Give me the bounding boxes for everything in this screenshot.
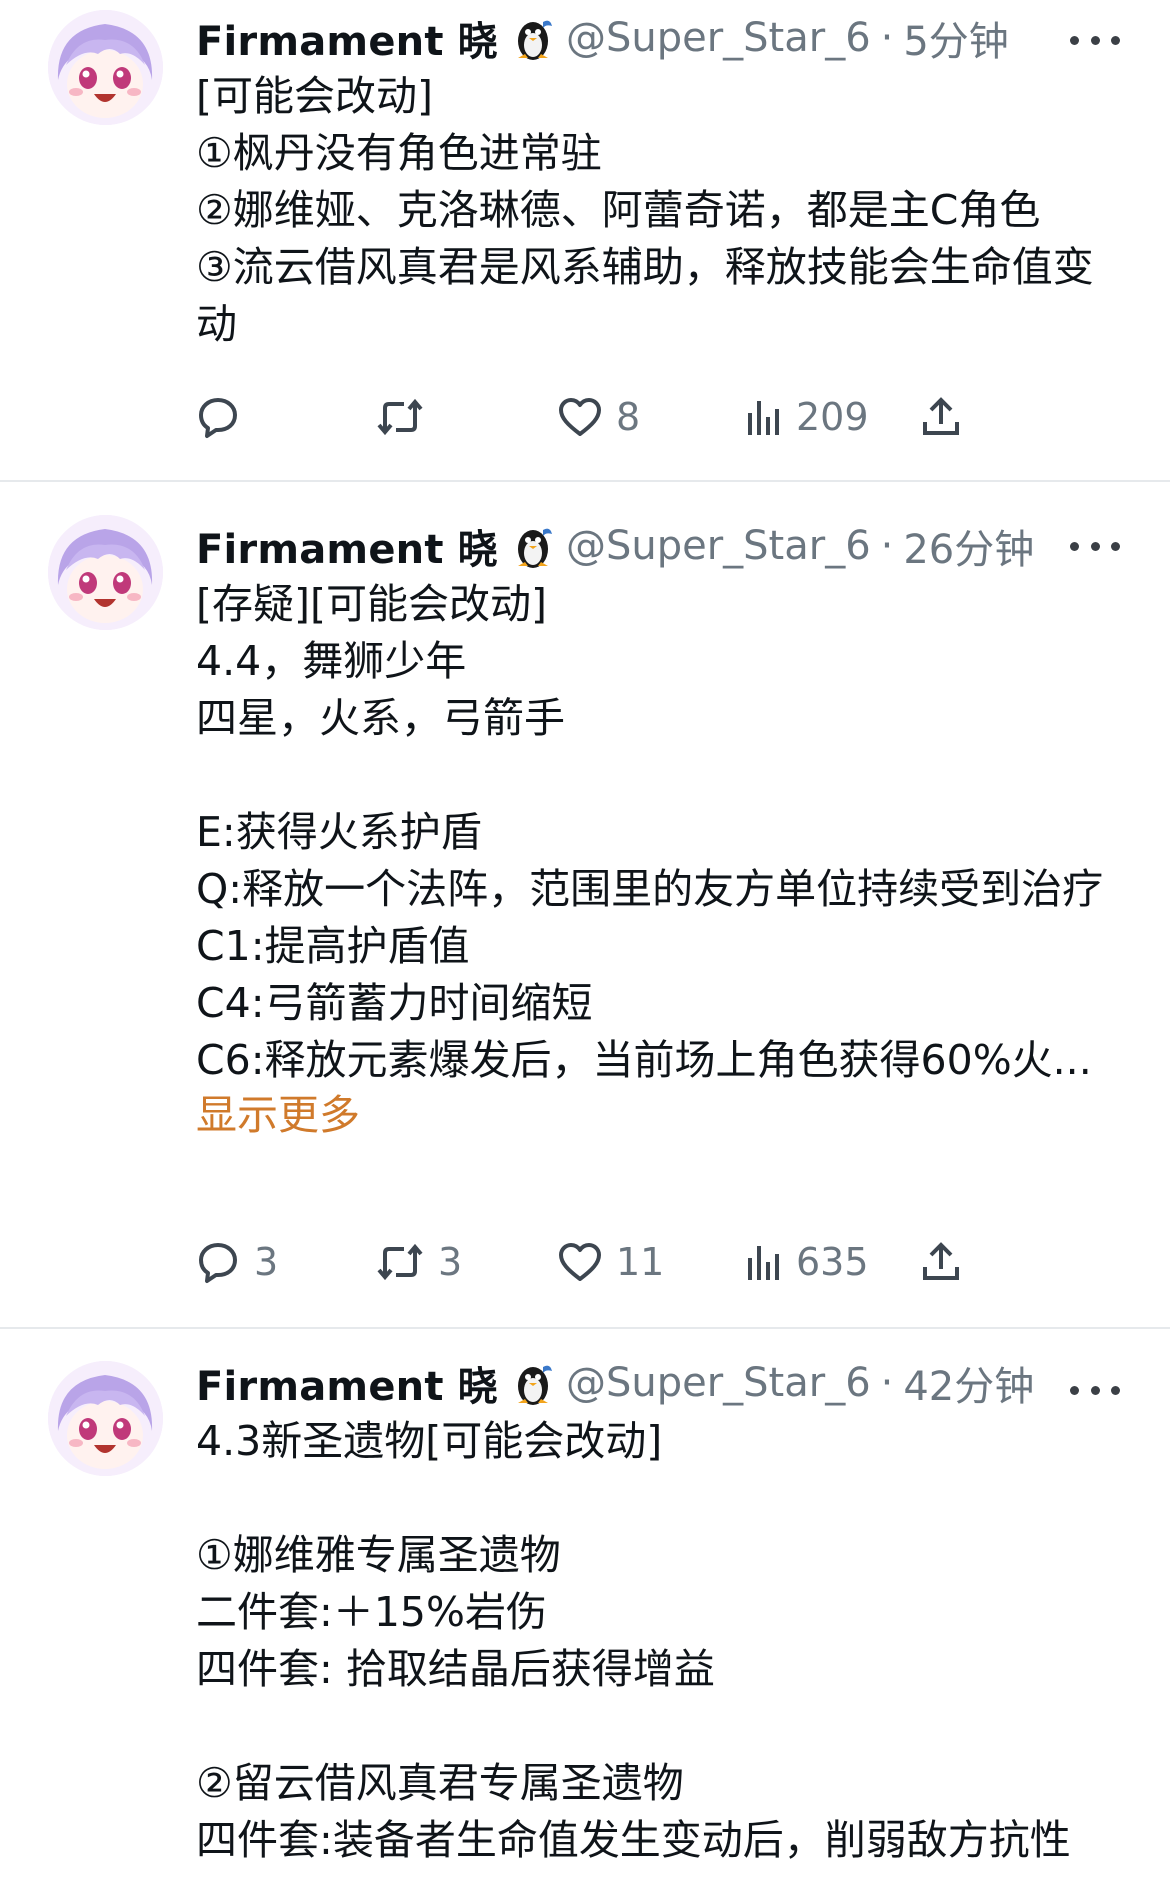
heart-icon (559, 1243, 601, 1281)
tweet[interactable]: Firmament 晓 @Super_Star_6 · 42分钟 4.3新圣遗物… (0, 1355, 1170, 1869)
timeline-feed: Firmament 晓 @Super_Star_6 · 5分钟 [可能会改动] … (0, 0, 1170, 1864)
retweet-icon (377, 1243, 423, 1281)
reply-count: 3 (254, 1240, 279, 1284)
views-button[interactable]: 635 (746, 1232, 869, 1292)
show-more-link[interactable]: 显示更多 (196, 1089, 1130, 1141)
penguin-badge-icon (510, 1359, 556, 1407)
tweet-text: 4.3新圣遗物[可能会改动] ①娜维雅专属圣遗物 二件套:＋15%岩伤 四件套:… (196, 1417, 1071, 1864)
penguin-badge-icon (510, 522, 556, 570)
tweet[interactable]: Firmament 晓 @Super_Star_6 · 26分钟 [存疑][可能… (0, 0, 1170, 1284)
user-handle[interactable]: @Super_Star_6 (566, 1360, 871, 1406)
divider (0, 1327, 1170, 1329)
views-icon (748, 1246, 779, 1280)
timestamp[interactable]: 26分钟 (903, 517, 1034, 575)
share-button[interactable] (921, 1232, 961, 1292)
retweet-count: 3 (438, 1240, 463, 1284)
reply-icon (199, 1243, 237, 1283)
more-icon[interactable] (1070, 531, 1120, 561)
views-count: 635 (796, 1240, 869, 1284)
display-name[interactable]: Firmament 晓 (196, 517, 498, 575)
user-handle[interactable]: @Super_Star_6 (566, 523, 871, 569)
separator-dot: · (880, 523, 894, 569)
tweet-actions: 3 3 11 635 (196, 1232, 1116, 1292)
timestamp[interactable]: 42分钟 (903, 1354, 1034, 1412)
avatar[interactable] (48, 515, 163, 630)
retweet-button[interactable]: 3 (376, 1232, 462, 1292)
like-count: 11 (616, 1240, 665, 1284)
tweet-header: Firmament 晓 @Super_Star_6 · 26分钟 (196, 518, 1130, 574)
like-button[interactable]: 11 (558, 1232, 664, 1292)
more-icon[interactable] (1070, 1375, 1120, 1405)
tweet-text: [存疑][可能会改动] 4.4，舞狮少年 四星，火系，弓箭手 E:获得火系护盾 … (196, 580, 1104, 1084)
separator-dot: · (880, 1360, 894, 1406)
reply-button[interactable]: 3 (196, 1232, 278, 1292)
tweet-header: Firmament 晓 @Super_Star_6 · 42分钟 (196, 1355, 1130, 1411)
share-icon (923, 1242, 959, 1280)
avatar[interactable] (48, 1361, 163, 1476)
display-name[interactable]: Firmament 晓 (196, 1354, 498, 1412)
